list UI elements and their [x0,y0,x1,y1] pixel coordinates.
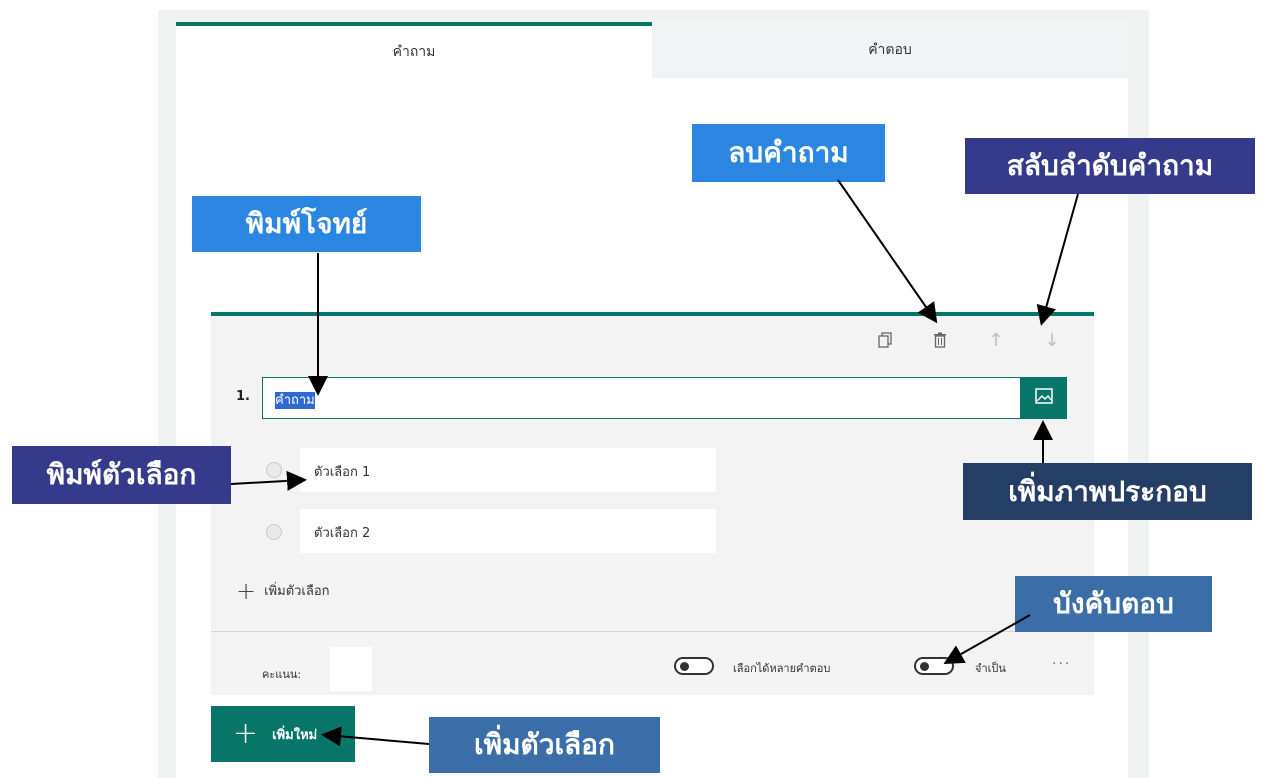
option-radio [266,462,282,478]
callout-text: ลบคำถาม [728,136,849,169]
arrow-down-icon[interactable]: ↓ [1042,330,1062,351]
option-text: ตัวเลือก 2 [314,526,371,541]
option-radio [266,524,282,540]
option-input[interactable]: ตัวเลือก 2 [300,509,716,553]
divider [211,631,1094,632]
multiple-answers-label: เลือกได้หลายคำตอบ [733,662,831,675]
question-title-value: คำถาม [275,392,315,409]
points-input[interactable] [330,647,372,691]
image-icon [1035,388,1053,408]
add-new-button[interactable]: + เพิ่มใหม่ [211,706,355,762]
callout-text: พิมพ์โจทย์ [245,207,368,240]
multiple-answers-toggle[interactable] [674,657,714,675]
tab-responses[interactable]: คำตอบ [652,22,1128,78]
points-label: คะแนน: [262,668,302,681]
callout-required-answer: บังคับตอบ [1015,576,1212,632]
callout-text: เพิ่มภาพประกอบ [1008,474,1207,508]
tab-questions[interactable]: คำถาม [176,22,652,78]
option-text: ตัวเลือก 1 [314,465,371,480]
required-label: จำเป็น [975,662,1006,675]
callout-add-image: เพิ่มภาพประกอบ [963,463,1252,520]
trash-icon[interactable] [930,330,950,350]
callout-type-question: พิมพ์โจทย์ [192,196,421,252]
copy-icon[interactable] [875,330,895,350]
question-title-input[interactable]: คำถาม [262,377,1021,419]
option-input[interactable]: ตัวเลือก 1 [300,448,716,492]
callout-type-option: พิมพ์ตัวเลือก [12,446,231,504]
tab-responses-label: คำตอบ [868,42,912,58]
tab-questions-label: คำถาม [392,44,436,60]
callout-text: บังคับตอบ [1053,587,1174,620]
add-new-label: เพิ่มใหม่ [272,727,318,743]
add-option-label: เพิ่มตัวเลือก [264,584,330,599]
insert-image-button[interactable] [1021,377,1067,419]
callout-text: พิมพ์ตัวเลือก [46,458,197,491]
arrow-up-icon[interactable]: ↑ [986,330,1006,351]
more-options-icon[interactable]: ··· [1052,656,1071,672]
question-number: 1. [236,389,250,404]
callout-add-option: เพิ่มตัวเลือก [429,717,660,773]
required-toggle[interactable] [914,657,954,675]
callout-text: เพิ่มตัวเลือก [474,728,615,761]
plus-icon: + [236,576,257,605]
question-card [211,312,1094,695]
plus-icon: + [233,716,259,751]
callout-text: สลับลำดับคำถาม [1006,149,1214,182]
callout-reorder-question: สลับลำดับคำถาม [965,138,1255,194]
add-option-button[interactable]: + เพิ่มตัวเลือก [236,576,330,605]
callout-delete-question: ลบคำถาม [692,124,885,182]
